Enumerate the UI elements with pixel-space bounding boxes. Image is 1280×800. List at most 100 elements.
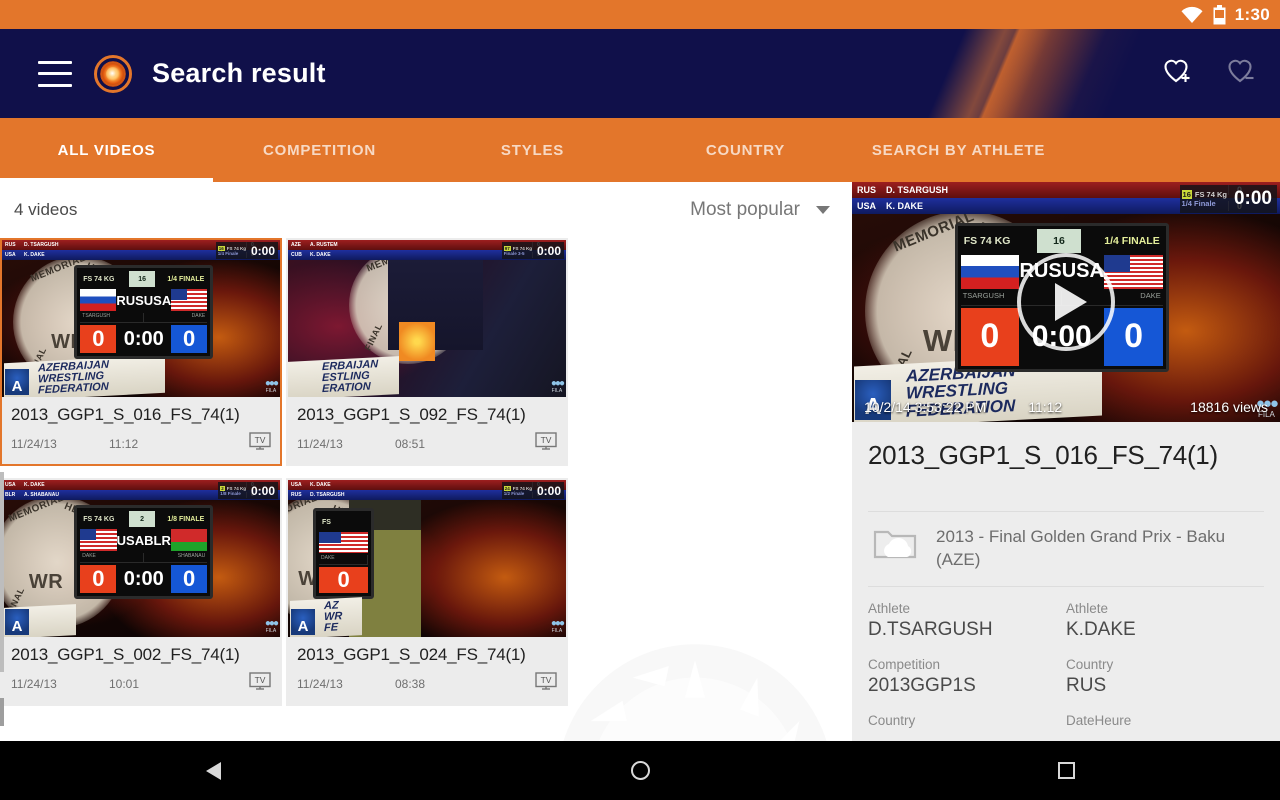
- sort-dropdown[interactable]: Most popular: [690, 199, 830, 221]
- tab-competition[interactable]: COMPETITION: [213, 142, 426, 159]
- video-thumbnail[interactable]: MORIAL HE WR FS DAKE 0 AZ WR FE: [288, 480, 566, 637]
- fila-logo-icon: ●●● FILA: [264, 618, 279, 634]
- channel-badge-icon: A: [291, 609, 315, 635]
- tv-badge-icon: TV: [535, 432, 557, 455]
- metadata-field: Country RUS: [1066, 657, 1264, 697]
- channel-badge-icon: A: [5, 609, 29, 635]
- video-card[interactable]: MEMORIAL HEYDAR FINAL WR FS 74 KG 2 1/8 …: [0, 478, 282, 706]
- metadata-label: Country: [868, 712, 916, 728]
- tab-country[interactable]: COUNTRY: [639, 142, 852, 159]
- svg-text:TV: TV: [255, 435, 266, 445]
- broadcast-timer: 24 FS 74 Kg 1/2 Finale 0:00: [501, 482, 564, 499]
- metadata-label: Athlete: [868, 600, 911, 616]
- scrollbar-thumb-secondary[interactable]: [0, 698, 4, 726]
- page-title: Search result: [152, 58, 326, 88]
- metadata-value: K.DAKE: [1066, 618, 1136, 640]
- video-title: 2013_GGP1_S_024_FS_74(1): [297, 645, 526, 664]
- metadata-field: Athlete D.TSARGUSH: [868, 601, 1066, 641]
- metadata-value: 2013GGP1S: [868, 674, 976, 696]
- video-title: 2013_GGP1_S_092_FS_74(1): [297, 405, 526, 424]
- video-duration: 08:51: [395, 436, 426, 451]
- tab-all-videos[interactable]: ALL VIDEOS: [0, 142, 213, 159]
- fila-logo-icon: ●●● FILA: [550, 378, 565, 394]
- metadata-label: DateHeure: [1066, 712, 1132, 728]
- video-date: 11/24/13: [11, 436, 57, 451]
- metadata-label: Competition: [868, 656, 941, 672]
- status-bar: 1:30: [0, 0, 1280, 29]
- video-list-panel: TM 4 videos Most popular MEMORIAL HEYDAR…: [0, 182, 852, 741]
- video-date: 11/24/13: [297, 436, 343, 451]
- metadata-field: Competition 2013GGP1S: [868, 657, 1066, 697]
- video-duration: 08:38: [395, 676, 426, 691]
- video-thumbnail[interactable]: MEMORIAL HEYDAR FINAL WR AZERBAIJAN WRES…: [2, 240, 280, 397]
- video-date: 11/24/13: [297, 676, 343, 691]
- status-clock: 1:30: [1234, 4, 1270, 24]
- svg-text:TV: TV: [541, 435, 552, 445]
- android-home-icon: [630, 761, 650, 780]
- sort-value: Most popular: [690, 199, 800, 220]
- left-country-flag: [80, 529, 117, 552]
- left-country-flag: [80, 289, 117, 312]
- detail-folder-row[interactable]: 2013 - Final Golden Grand Prix - Baku (A…: [868, 511, 1264, 587]
- detail-title: 2013_GGP1_S_016_FS_74(1): [868, 440, 1218, 470]
- broadcast-timer: 16 FS 74 Kg 1/4 Finale 0:00: [215, 242, 278, 259]
- android-navigation-bar: [0, 741, 1280, 800]
- chevron-down-icon: [816, 206, 830, 214]
- federation-banner: ERBAIJAN ESTLING ERATION: [288, 356, 400, 397]
- android-back-button[interactable]: [0, 761, 427, 780]
- player-views: 18816 views: [1190, 399, 1268, 415]
- fila-wrestling-logo-icon: [94, 54, 132, 93]
- video-card[interactable]: MEMORIAL FINAL ERBAIJAN ESTLING ERATION …: [286, 238, 568, 466]
- tab-bar: ALL VIDEOS COMPETITION STYLES COUNTRY SE…: [0, 118, 1280, 182]
- android-home-button[interactable]: [427, 761, 854, 780]
- right-country-flag: [170, 529, 208, 552]
- video-thumbnail[interactable]: MEMORIAL FINAL ERBAIJAN ESTLING ERATION …: [288, 240, 566, 397]
- scrollbar-thumb[interactable]: [0, 472, 4, 672]
- metadata-field: Athlete K.DAKE: [1066, 601, 1264, 641]
- metadata-label: Athlete: [1066, 600, 1109, 616]
- hamburger-menu-icon[interactable]: [38, 60, 72, 87]
- player-info-bar: 10/2/14 3:53:22 PM 11:12 18816 views: [852, 392, 1280, 422]
- broadcast-timer: 16 FS 74 Kg 1/4 Finale 0:00: [1179, 185, 1277, 213]
- video-card[interactable]: MEMORIAL HEYDAR FINAL WR AZERBAIJAN WRES…: [0, 238, 282, 466]
- match-scoreboard: FS DAKE 0: [313, 508, 375, 600]
- svg-text:TV: TV: [541, 675, 552, 685]
- right-country-flag: [171, 289, 208, 312]
- tv-badge-icon: TV: [535, 672, 557, 695]
- play-button-icon[interactable]: [1017, 253, 1115, 351]
- heart-minus-icon: [1228, 57, 1258, 90]
- video-count-label: 4 videos: [14, 200, 78, 219]
- tab-styles[interactable]: STYLES: [426, 142, 639, 159]
- add-to-favorites-button[interactable]: [1156, 51, 1202, 97]
- android-recents-button[interactable]: [853, 762, 1280, 779]
- android-back-icon: [205, 761, 221, 780]
- metadata-field: Country: [868, 713, 1066, 728]
- heart-plus-icon: [1164, 57, 1194, 90]
- video-thumbnail[interactable]: MEMORIAL HEYDAR FINAL WR FS 74 KG 2 1/8 …: [2, 480, 280, 637]
- channel-badge-icon: A: [5, 369, 29, 395]
- fila-logo-icon: ●●● FILA: [550, 618, 565, 634]
- metadata-field: DateHeure: [1066, 713, 1264, 728]
- left-country-flag: [960, 254, 1020, 289]
- cloud-folder-icon: [872, 526, 918, 567]
- match-scoreboard: FS 74 KG 2 1/8 FINALE USA BLR DAKE SHABA…: [74, 505, 214, 600]
- video-player[interactable]: MEMORIAL HEYDAR FINAL WR AZERBAIJAN WRES…: [852, 182, 1280, 422]
- android-recents-icon: [1058, 762, 1076, 779]
- tab-search-by-athlete[interactable]: SEARCH BY ATHLETE: [852, 142, 1065, 159]
- tv-badge-icon: TV: [249, 672, 271, 695]
- match-scoreboard: FS 74 KG 16 1/4 FINALE RUS USA TSARGUSH: [74, 265, 214, 360]
- wifi-icon: [1180, 6, 1204, 24]
- video-card[interactable]: MORIAL HE WR FS DAKE 0 AZ WR FE: [286, 478, 568, 706]
- metadata-value: RUS: [1066, 674, 1107, 696]
- detail-folder-text: 2013 - Final Golden Grand Prix - Baku (A…: [936, 527, 1226, 569]
- app-bar-actions: [1156, 51, 1266, 97]
- player-date: 10/2/14 3:53:22 PM: [864, 399, 987, 415]
- broadcast-timer: 2 FS 74 Kg 1/8 Finale 0:00: [218, 482, 278, 499]
- remove-from-favorites-button[interactable]: [1220, 51, 1266, 97]
- metadata-value: D.TSARGUSH: [868, 618, 993, 640]
- list-scrollbar[interactable]: [0, 182, 4, 741]
- thumb-highlight: [399, 321, 436, 361]
- fila-logo-icon: ●●● FILA: [264, 378, 279, 394]
- video-title: 2013_GGP1_S_016_FS_74(1): [11, 405, 240, 424]
- video-grid: MEMORIAL HEYDAR FINAL WR AZERBAIJAN WRES…: [0, 238, 852, 718]
